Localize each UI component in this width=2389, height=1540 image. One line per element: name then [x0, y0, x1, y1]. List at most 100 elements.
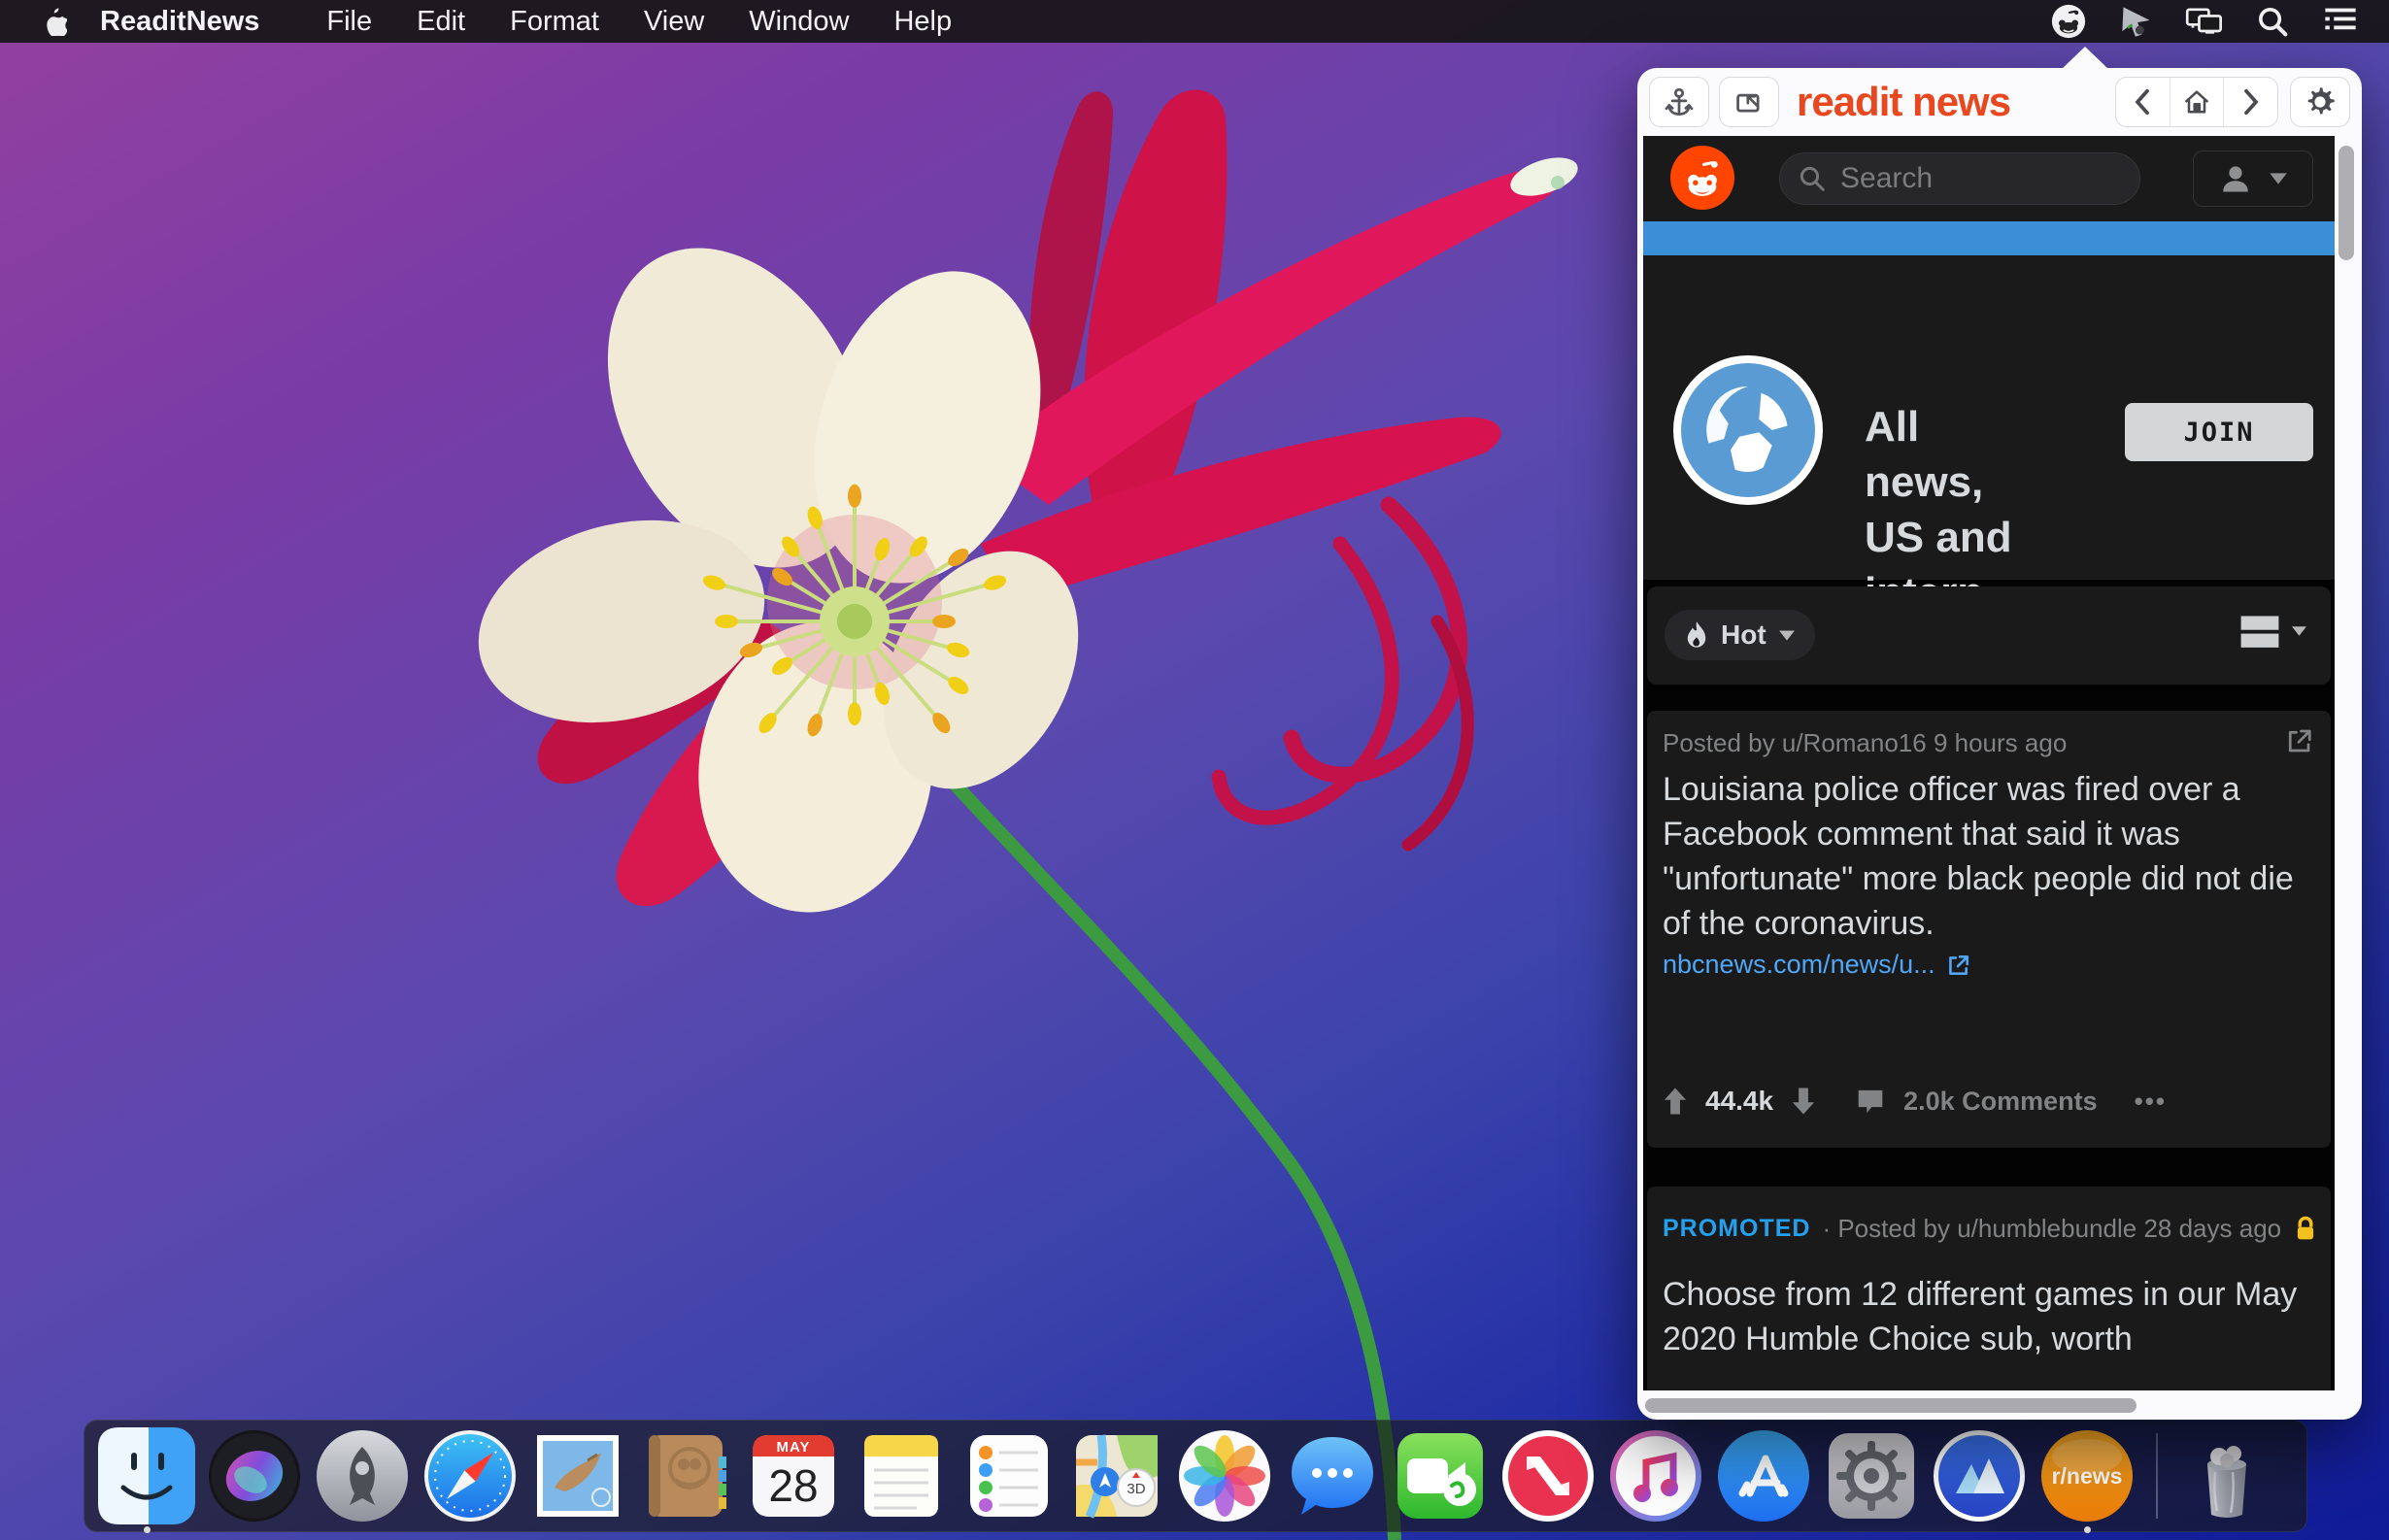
- sort-label: Hot: [1721, 619, 1767, 651]
- join-button[interactable]: JOIN: [2125, 403, 2313, 461]
- subreddit-banner: [1643, 221, 2335, 255]
- downvote-icon[interactable]: [1789, 1086, 1818, 1117]
- flame-icon: [1684, 620, 1709, 650]
- running-indicator: [2084, 1526, 2091, 1533]
- post-meta: Posted by u/Romano16 9 hours ago: [1663, 728, 2067, 758]
- reddit-header: Search: [1643, 136, 2335, 221]
- dock-item-photos[interactable]: [1176, 1427, 1273, 1524]
- menu-item-window[interactable]: Window: [749, 6, 849, 38]
- active-app-name[interactable]: ReaditNews: [100, 6, 259, 38]
- dock-item-mountain-app[interactable]: [1931, 1427, 2028, 1524]
- dock-item-launchpad[interactable]: [314, 1427, 411, 1524]
- dock-item-calendar[interactable]: MAY 28: [745, 1427, 842, 1524]
- svg-text:28: 28: [768, 1460, 818, 1511]
- vote-row: 44.4k 2.0k Comments •••: [1661, 1086, 2167, 1117]
- home-icon: [2181, 86, 2212, 117]
- pin-anchor-button[interactable]: [1649, 77, 1709, 127]
- sort-bar: Hot: [1647, 586, 2331, 685]
- dock-item-notes[interactable]: [853, 1427, 950, 1524]
- dock: MAY 28 3D r/news: [84, 1420, 2307, 1532]
- menu-item-format[interactable]: Format: [510, 6, 599, 38]
- dock-item-app-store[interactable]: [1715, 1427, 1812, 1524]
- chevron-right-icon: [2238, 87, 2264, 117]
- dock-item-trash[interactable]: [2178, 1427, 2275, 1524]
- chevron-down-icon: [2291, 625, 2307, 637]
- card-view-dropdown[interactable]: [2238, 612, 2307, 651]
- chevron-down-icon: [2269, 172, 2288, 185]
- forward-button[interactable]: [2224, 78, 2277, 126]
- external-link-icon: [1945, 953, 1970, 978]
- spotlight-icon[interactable]: [2253, 2, 2292, 41]
- home-button[interactable]: [2170, 78, 2225, 126]
- menu-item-help[interactable]: Help: [893, 6, 952, 38]
- anchor-icon: [1664, 86, 1695, 117]
- dock-item-news[interactable]: [1499, 1427, 1597, 1524]
- displays-icon[interactable]: [2185, 2, 2224, 41]
- readit-news-logo: readit news: [1797, 79, 2010, 125]
- reddit-webview: Search All news, US and intern... r/news…: [1643, 136, 2335, 1390]
- svg-text:3D: 3D: [1127, 1481, 1145, 1497]
- dock-item-maps[interactable]: 3D: [1068, 1427, 1165, 1524]
- dock-item-mail[interactable]: [529, 1427, 626, 1524]
- menu-item-file[interactable]: File: [326, 6, 372, 38]
- menu-bar: ReaditNews File Edit Format View Window Help: [0, 0, 2389, 43]
- dock-item-readit-news[interactable]: r/news: [2038, 1427, 2136, 1524]
- post-card[interactable]: Posted by u/Romano16 9 hours ago Louisia…: [1647, 711, 2331, 1148]
- menu-item-edit[interactable]: Edit: [417, 6, 465, 38]
- external-link-icon[interactable]: [2284, 726, 2313, 760]
- search-placeholder: Search: [1840, 162, 1933, 195]
- dock-item-finder[interactable]: [98, 1427, 195, 1524]
- back-button[interactable]: [2116, 78, 2170, 126]
- card-view-icon: [2238, 612, 2281, 651]
- dock-item-facetime[interactable]: [1392, 1427, 1489, 1524]
- readit-news-menu-icon[interactable]: [2049, 2, 2088, 41]
- vertical-scrollbar[interactable]: [2339, 146, 2354, 260]
- post-link[interactable]: nbcnews.com/news/u...: [1663, 950, 1970, 980]
- user-menu-button[interactable]: [2193, 151, 2313, 207]
- gear-icon: [2304, 85, 2337, 118]
- menu-item-view[interactable]: View: [644, 6, 704, 38]
- dock-item-reminders[interactable]: [960, 1427, 1058, 1524]
- open-window-button[interactable]: [1719, 77, 1779, 127]
- running-indicator: [144, 1526, 151, 1533]
- horizontal-scrollbar[interactable]: [1645, 1398, 2137, 1413]
- settings-button[interactable]: [2290, 77, 2350, 127]
- navigation-segmented-control: [2115, 77, 2278, 127]
- dock-item-messages[interactable]: [1284, 1427, 1381, 1524]
- promoted-badge: PROMOTED: [1663, 1215, 1810, 1243]
- dock-item-music[interactable]: [1607, 1427, 1704, 1524]
- globe-icon: [1681, 363, 1815, 497]
- post-score: 44.4k: [1705, 1086, 1773, 1117]
- apple-menu[interactable]: [41, 7, 67, 36]
- search-icon: [1798, 164, 1827, 193]
- svg-text:r/news: r/news: [2052, 1463, 2123, 1489]
- promoted-post-card[interactable]: PROMOTED · Posted by u/humblebundle 28 d…: [1647, 1187, 2331, 1390]
- search-input[interactable]: Search: [1779, 152, 2140, 205]
- chevron-down-icon: [1778, 629, 1796, 642]
- chevron-left-icon: [2130, 87, 2155, 117]
- lock-icon: [2293, 1215, 2318, 1244]
- readit-news-popover: readit news Search: [1637, 68, 2362, 1420]
- dock-item-siri[interactable]: [206, 1427, 303, 1524]
- popover-toolbar: readit news: [1637, 68, 2362, 136]
- upvote-icon[interactable]: [1661, 1086, 1690, 1117]
- subreddit-avatar[interactable]: [1673, 355, 1823, 505]
- popout-icon: [1733, 86, 1765, 117]
- dock-item-system-preferences[interactable]: [1823, 1427, 1920, 1524]
- promoted-meta: PROMOTED · Posted by u/humblebundle 28 d…: [1663, 1214, 2318, 1244]
- reddit-logo[interactable]: [1670, 146, 1734, 210]
- svg-text:MAY: MAY: [777, 1439, 811, 1456]
- popover-arrow: [2061, 47, 2109, 70]
- promoted-title[interactable]: Choose from 12 different games in our Ma…: [1663, 1272, 2311, 1361]
- comments-count[interactable]: 2.0k Comments: [1903, 1087, 2098, 1117]
- post-title[interactable]: Louisiana police officer was fired over …: [1663, 767, 2311, 946]
- notification-center-icon[interactable]: [2321, 2, 2360, 41]
- subreddit-header: All news, US and intern... r/news JOIN: [1643, 255, 2335, 580]
- sort-hot-dropdown[interactable]: Hot: [1665, 610, 1815, 660]
- user-icon: [2218, 161, 2253, 196]
- comments-icon[interactable]: [1855, 1086, 1886, 1117]
- dock-item-contacts[interactable]: [637, 1427, 734, 1524]
- cursor-app-icon[interactable]: [2117, 2, 2156, 41]
- more-options-button[interactable]: •••: [2135, 1087, 2167, 1117]
- dock-item-safari[interactable]: [421, 1427, 519, 1524]
